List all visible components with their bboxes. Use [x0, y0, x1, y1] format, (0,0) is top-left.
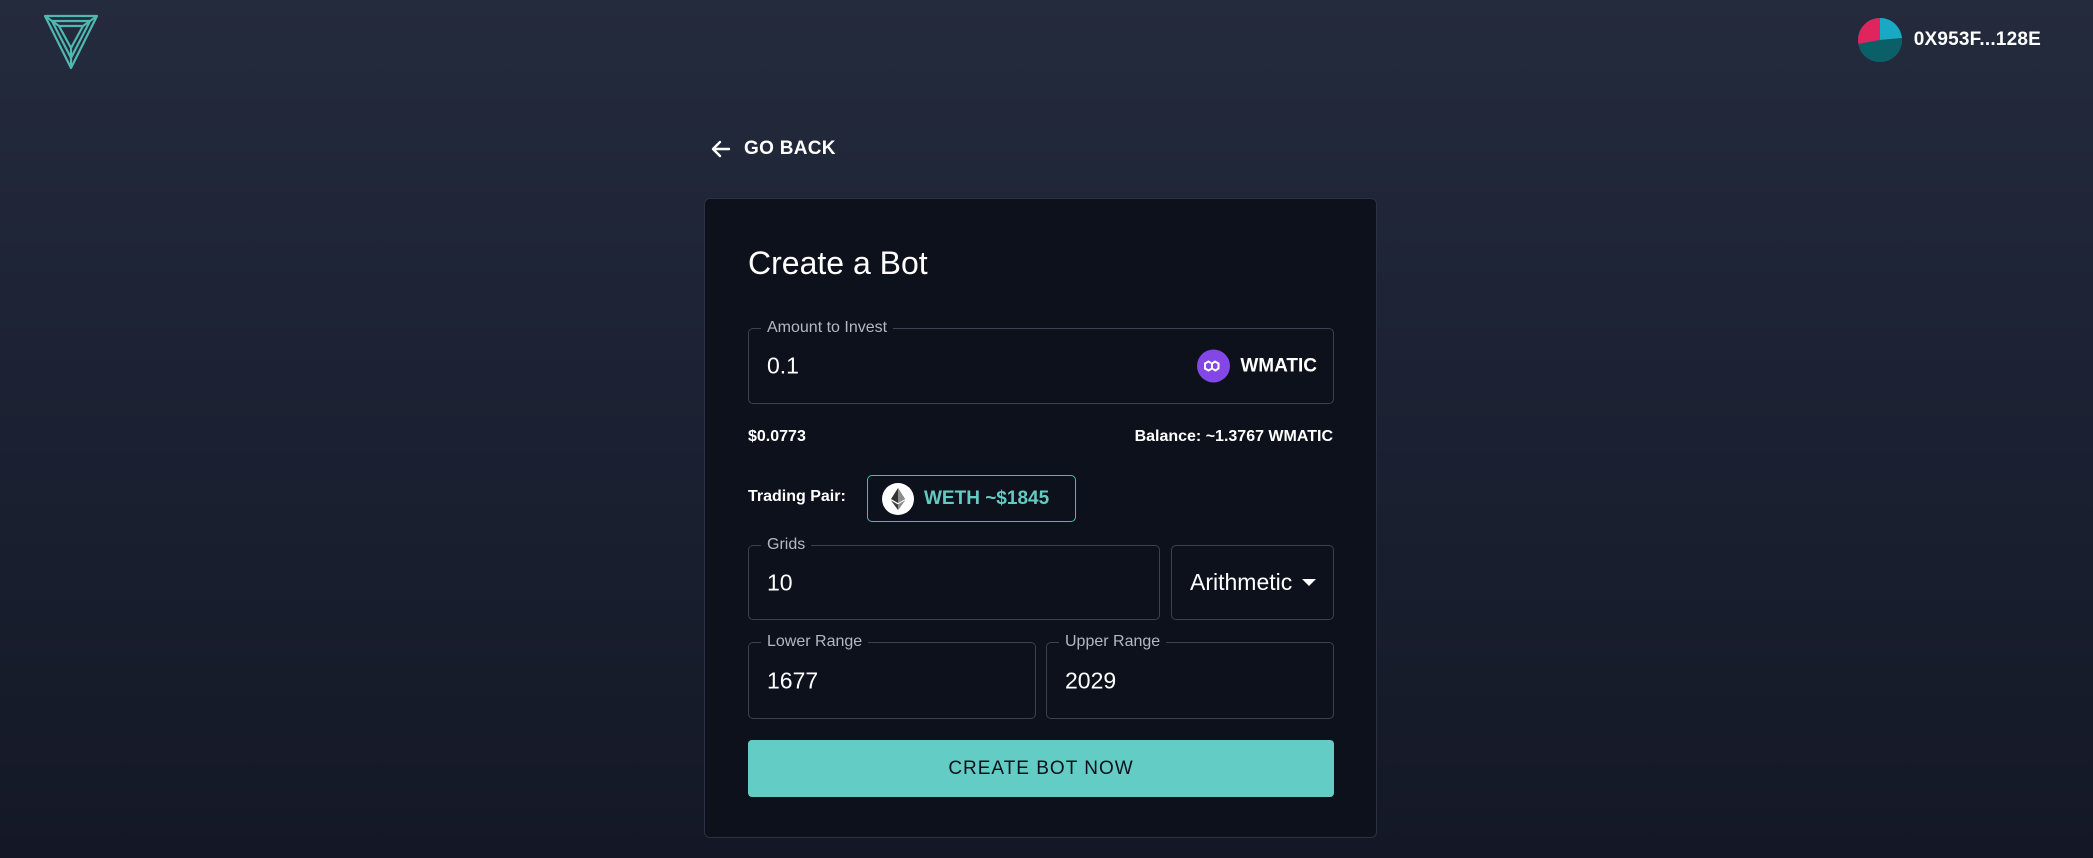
upper-range-input[interactable]: 2029 — [1065, 667, 1116, 694]
lower-range-label: Lower Range — [761, 632, 869, 652]
create-bot-button[interactable]: CREATE BOT NOW — [748, 740, 1334, 797]
polygon-icon — [1197, 349, 1231, 383]
trading-pair-selector[interactable]: WETH ~$1845 — [867, 475, 1076, 522]
grid-type-value: Arithmetic — [1190, 569, 1293, 595]
trading-pair-value: WETH ~$1845 — [924, 487, 1050, 509]
go-back-label: GO BACK — [744, 138, 836, 159]
wallet-address: 0X953F...128E — [1913, 29, 2041, 50]
amount-label: Amount to Invest — [761, 318, 894, 338]
amount-field[interactable]: Amount to Invest 0.1 WMATIC — [748, 318, 1334, 404]
grids-input[interactable]: 10 — [767, 569, 793, 596]
amount-input[interactable]: 0.1 — [767, 353, 799, 380]
wallet-button[interactable]: 0X953F...128E — [1857, 18, 2041, 62]
grid-type-select[interactable]: Arithmetic — [1171, 545, 1334, 620]
upper-range-field[interactable]: Upper Range 2029 — [1046, 632, 1334, 719]
grids-field[interactable]: Grids 10 — [748, 535, 1160, 620]
token-badge: WMATIC — [1197, 349, 1317, 383]
create-bot-card: Create a Bot Amount to Invest 0.1 WMATIC… — [704, 198, 1377, 838]
arrow-left-icon — [711, 140, 731, 158]
upper-range-label: Upper Range — [1059, 632, 1167, 652]
go-back-link[interactable]: GO BACK — [710, 138, 836, 160]
balance-text: Balance: ~1.3767 WMATIC — [1134, 428, 1333, 445]
ethereum-icon — [882, 482, 914, 515]
page-title: Create a Bot — [748, 245, 928, 281]
logo[interactable] — [42, 12, 100, 70]
trading-pair-label: Trading Pair: — [748, 488, 846, 505]
lower-range-field[interactable]: Lower Range 1677 — [748, 632, 1036, 719]
lower-range-input[interactable]: 1677 — [767, 667, 818, 694]
caret-down-icon — [1302, 579, 1317, 586]
grids-label: Grids — [761, 535, 812, 555]
usd-value: $0.0773 — [748, 428, 806, 445]
wallet-avatar-icon — [1857, 18, 1902, 62]
token-label: WMATIC — [1240, 355, 1317, 376]
shield-v-logo-icon — [43, 14, 99, 70]
